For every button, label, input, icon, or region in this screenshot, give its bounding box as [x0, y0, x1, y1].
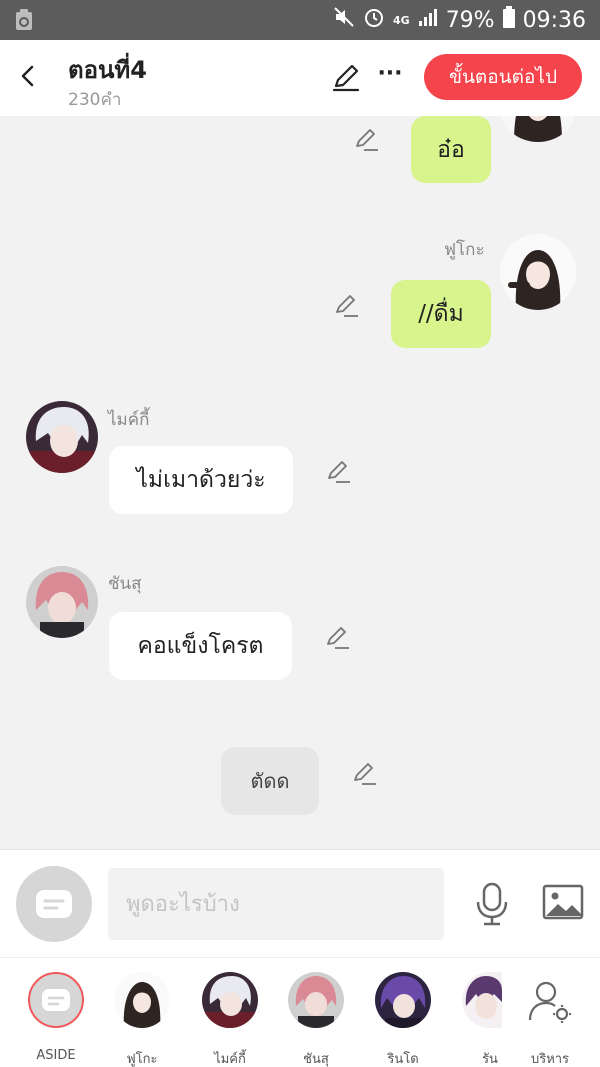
- app-header: ตอนที่4 230คำ ··· ขั้นตอนต่อไป: [0, 40, 600, 116]
- character-label: ASIDE: [36, 1048, 76, 1063]
- alarm-icon: [363, 6, 385, 34]
- aside-message-bubble[interactable]: ตัดด: [221, 747, 319, 815]
- character-mikey[interactable]: ไมค์กี้: [190, 970, 270, 1067]
- battery-icon: [502, 6, 515, 34]
- page-title: ตอนที่4: [68, 56, 147, 84]
- character-rindo[interactable]: รินโด: [363, 970, 443, 1067]
- character-label: ไมค์กี้: [214, 1052, 246, 1067]
- message-input-bar: [0, 849, 600, 957]
- more-options-icon[interactable]: ···: [374, 60, 406, 92]
- user-settings-icon: [526, 978, 574, 1026]
- edit-message-icon[interactable]: [350, 760, 378, 788]
- character-label: ฟูโกะ: [126, 1052, 158, 1067]
- avatar: [288, 972, 344, 1028]
- edit-message-icon[interactable]: [324, 458, 352, 486]
- avatar: [202, 972, 258, 1028]
- character-label: ชันสุ: [303, 1052, 329, 1067]
- character-label: บริหาร: [530, 1052, 570, 1067]
- character-fuko[interactable]: ฟูโกะ: [102, 970, 182, 1067]
- status-bar: 4G 79% 09:36: [0, 0, 600, 40]
- image-icon[interactable]: [542, 884, 584, 920]
- character-label: รินโด: [387, 1052, 419, 1067]
- edit-message-icon[interactable]: [332, 292, 360, 320]
- aside-icon: [28, 972, 84, 1028]
- message-icon: [36, 890, 72, 918]
- speaker-name: ชันสุ: [108, 574, 142, 594]
- edit-message-icon[interactable]: [352, 126, 380, 154]
- word-count: 230คำ: [68, 90, 122, 110]
- mute-icon: [333, 6, 355, 34]
- edit-pencil-icon[interactable]: [330, 62, 362, 94]
- message-bubble[interactable]: ไม่เมาด้วยว่ะ: [109, 446, 293, 514]
- avatar: [375, 972, 431, 1028]
- message-bubble[interactable]: อ๋อ: [411, 116, 491, 183]
- recycle-notification-icon: [14, 9, 34, 31]
- manage-characters-button[interactable]: บริหาร: [510, 970, 590, 1067]
- network-type: 4G: [393, 13, 410, 27]
- back-icon[interactable]: [10, 58, 46, 94]
- microphone-icon[interactable]: [474, 882, 510, 926]
- character-chansu[interactable]: ชันสุ: [276, 970, 356, 1067]
- next-step-button[interactable]: ขั้นตอนต่อไป: [424, 54, 582, 100]
- aside-toggle-button[interactable]: [16, 866, 92, 942]
- avatar-mikey: [26, 401, 98, 473]
- message-bubble[interactable]: //ดื่ม: [391, 280, 491, 348]
- avatar: [462, 972, 502, 1028]
- message-input[interactable]: [108, 868, 444, 940]
- battery-percent: 79%: [445, 7, 495, 33]
- avatar-fuko-partial: [500, 116, 576, 142]
- chat-area: อ๋อ ฟูโกะ //ดื่ม ไมค์กี้ ไม่เมาด้วยว่ะ ช…: [0, 116, 600, 849]
- edit-message-icon[interactable]: [323, 624, 351, 652]
- avatar: [114, 972, 170, 1028]
- speaker-name: ไมค์กี้: [108, 410, 150, 430]
- avatar-fuko: [500, 234, 576, 310]
- avatar-chansu: [26, 566, 98, 638]
- signal-icon: [418, 7, 438, 33]
- character-bar: ASIDE ฟูโกะ ไมค์กี้ ชันสุ รินโด รัน บริห…: [0, 957, 600, 1067]
- clock: 09:36: [522, 7, 586, 33]
- character-aside[interactable]: ASIDE: [16, 970, 96, 1063]
- speaker-name: ฟูโกะ: [444, 240, 485, 260]
- message-bubble[interactable]: คอแข็งโครต: [109, 612, 292, 680]
